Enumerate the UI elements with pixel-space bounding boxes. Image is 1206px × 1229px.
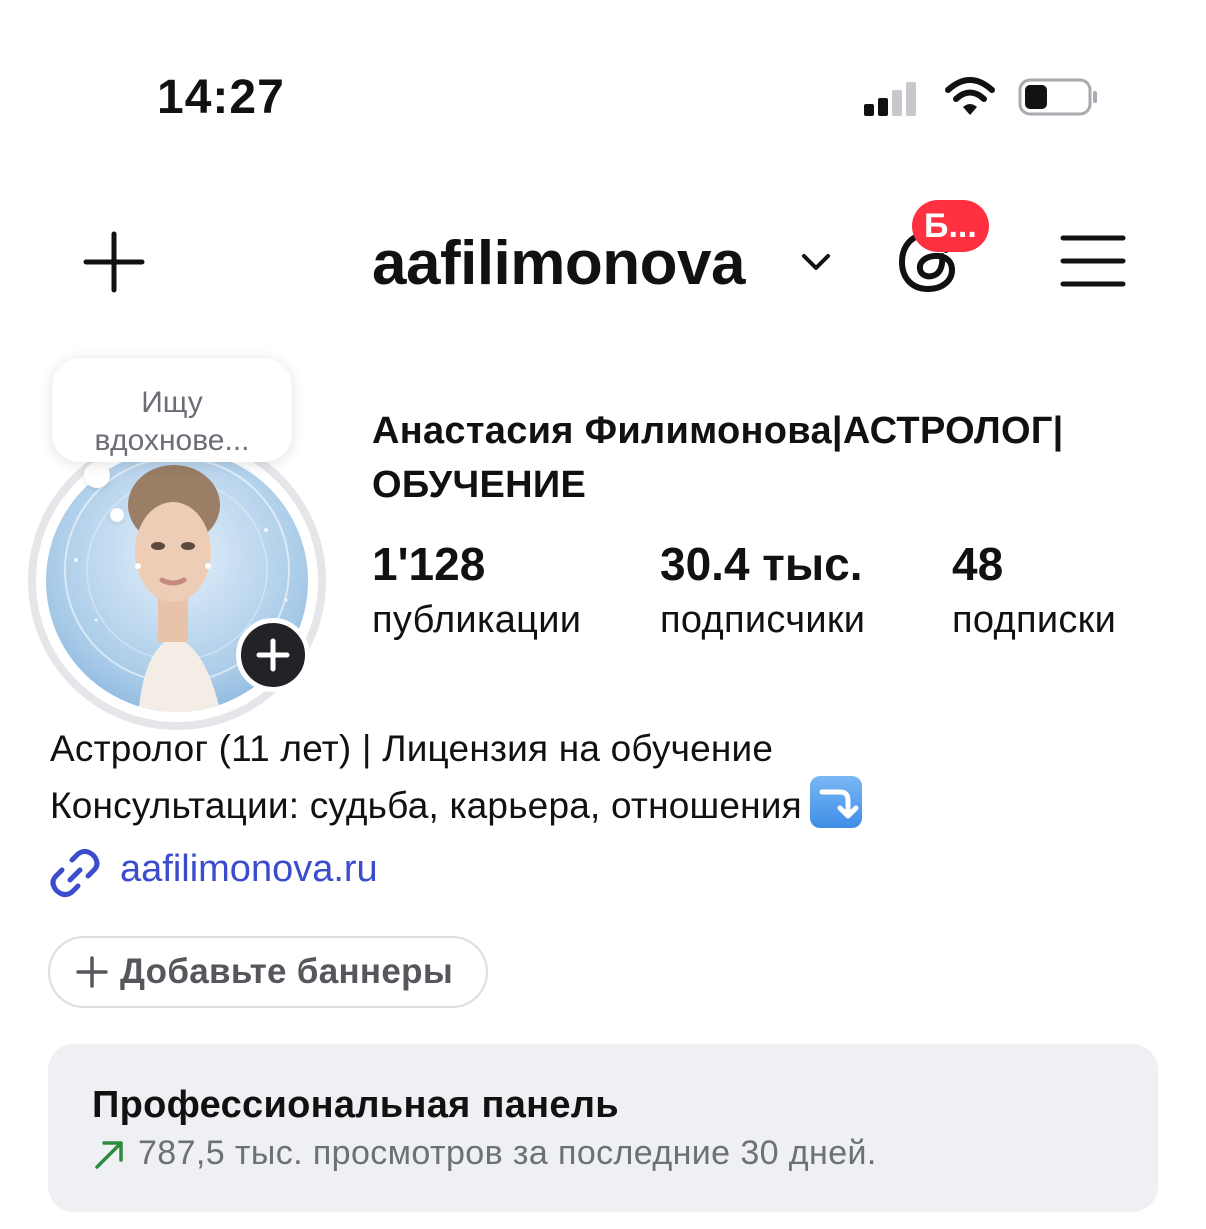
profile-username[interactable]: aafilimonova <box>372 228 746 299</box>
chevron-down-icon[interactable] <box>800 250 832 274</box>
cellular-signal-icon <box>864 80 924 116</box>
stat-following[interactable]: 48 подписки <box>952 536 1116 648</box>
add-story-button[interactable] <box>236 618 310 692</box>
bio-line-2-row: Консультации: судьба, карьера, отношения <box>50 776 862 833</box>
trending-up-arrow-icon <box>95 1141 123 1169</box>
threads-notification-badge[interactable]: Б... <box>912 200 989 252</box>
stat-followers[interactable]: 30.4 тыс. подписчики <box>660 536 865 648</box>
link-icon <box>50 848 100 898</box>
note-bubble-tail-small <box>110 508 124 522</box>
stat-followers-count: 30.4 тыс. <box>660 538 863 590</box>
profile-website-link[interactable]: aafilimonova.ru <box>120 848 378 891</box>
stat-following-label: подписки <box>952 599 1117 641</box>
professional-dashboard-views: 787,5 тыс. просмотров за последние 30 дн… <box>138 1134 877 1172</box>
profile-note-bubble[interactable]: Ищу вдохнове... <box>52 358 292 462</box>
wifi-icon <box>945 77 995 115</box>
status-time: 14:27 <box>157 71 285 124</box>
stat-posts-count: 1'128 <box>372 538 486 590</box>
add-banners-label: Добавьте баннеры <box>120 952 454 991</box>
bio-line-2: Консультации: судьба, карьера, отношения <box>50 785 802 826</box>
right-arrow-curving-down-emoji-icon <box>809 776 862 828</box>
stat-posts-label: публикации <box>372 599 582 641</box>
plus-icon <box>76 956 108 988</box>
stat-following-count: 48 <box>952 538 1004 590</box>
stat-followers-label: подписчики <box>660 599 866 641</box>
profile-full-name: Анастасия Филимонова|АСТРОЛОГ| ОБУЧЕНИЕ <box>372 410 1064 506</box>
profile-bio: Астролог (11 лет) | Лицензия на обучение… <box>50 722 862 833</box>
profile-note-text: Ищу вдохнове... <box>94 386 250 457</box>
battery-icon <box>1018 78 1097 116</box>
stat-posts[interactable]: 1'128 публикации <box>372 536 581 648</box>
create-plus-icon[interactable] <box>82 230 146 294</box>
add-banners-button[interactable]: Добавьте баннеры <box>48 936 488 1008</box>
professional-dashboard-title: Профессиональная панель <box>92 1084 619 1126</box>
bio-line-1: Астролог (11 лет) | Лицензия на обучение <box>50 728 774 769</box>
note-bubble-tail <box>84 462 110 488</box>
menu-icon[interactable] <box>1060 234 1126 288</box>
professional-dashboard-card[interactable] <box>48 1044 1158 1212</box>
plus-icon <box>256 638 290 672</box>
